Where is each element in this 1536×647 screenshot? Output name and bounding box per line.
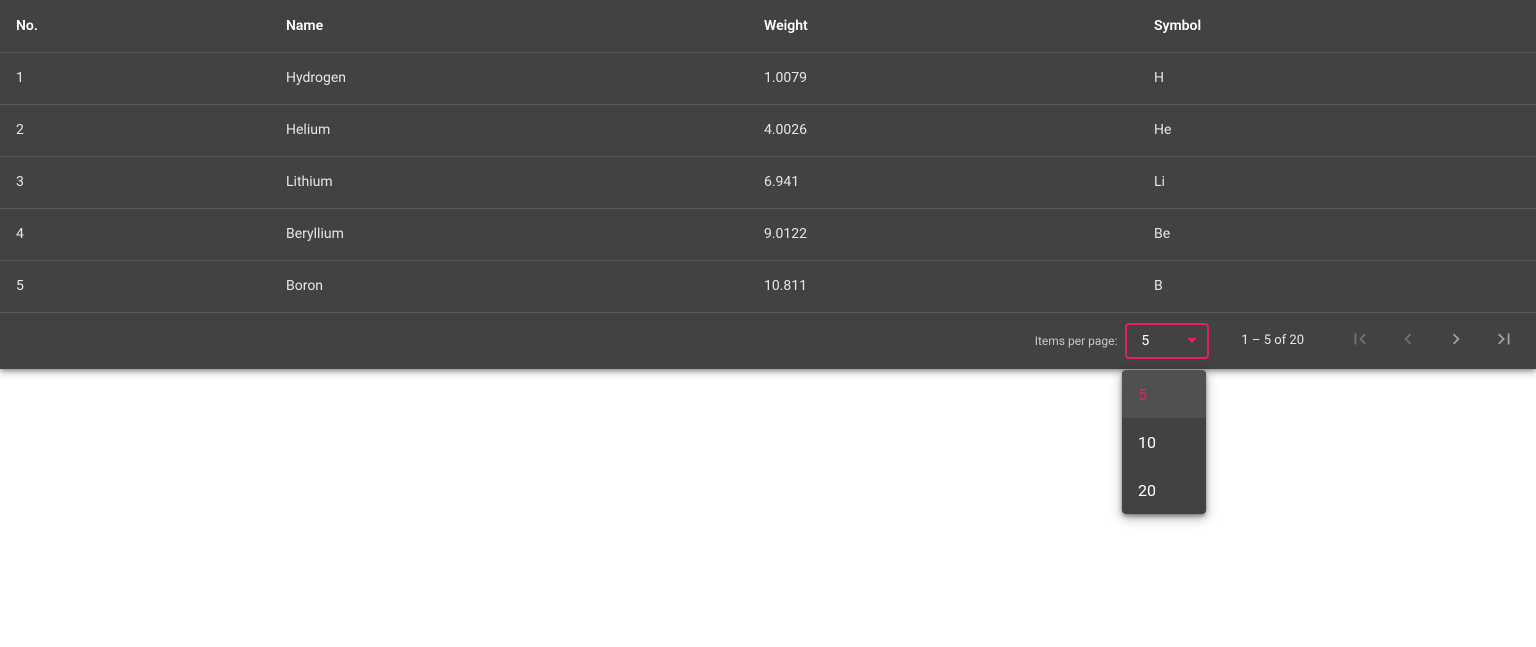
cell-weight: 1.0079 [748,52,1138,104]
data-table-container: No. Name Weight Symbol 1 Hydrogen 1.0079… [0,0,1536,369]
cell-symbol: B [1138,260,1536,312]
column-header-name[interactable]: Name [270,0,748,52]
cell-no: 3 [0,156,270,208]
table-row[interactable]: 5 Boron 10.811 B [0,260,1536,312]
first-page-button[interactable] [1340,321,1380,361]
next-page-button[interactable] [1436,321,1476,361]
elements-table: No. Name Weight Symbol 1 Hydrogen 1.0079… [0,0,1536,313]
cell-name: Beryllium [270,208,748,260]
cell-symbol: H [1138,52,1536,104]
paginator-nav [1336,321,1528,361]
column-header-symbol[interactable]: Symbol [1138,0,1536,52]
chevron-right-icon [1445,328,1467,353]
column-header-weight[interactable]: Weight [748,0,1138,52]
cell-name: Lithium [270,156,748,208]
table-row[interactable]: 4 Beryllium 9.0122 Be [0,208,1536,260]
cell-symbol: Li [1138,156,1536,208]
page-size-value: 5 [1141,333,1149,349]
cell-symbol: He [1138,104,1536,156]
table-row[interactable]: 2 Helium 4.0026 He [0,104,1536,156]
page-size-option[interactable]: 20 [1122,466,1206,514]
last-page-icon [1493,328,1515,353]
cell-name: Hydrogen [270,52,748,104]
cell-weight: 4.0026 [748,104,1138,156]
table-row[interactable]: 1 Hydrogen 1.0079 H [0,52,1536,104]
cell-weight: 9.0122 [748,208,1138,260]
table-header-row: No. Name Weight Symbol [0,0,1536,52]
cell-name: Boron [270,260,748,312]
cell-no: 2 [0,104,270,156]
cell-weight: 10.811 [748,260,1138,312]
cell-no: 4 [0,208,270,260]
first-page-icon [1349,328,1371,353]
cell-no: 1 [0,52,270,104]
page-size-dropdown-panel: 5 10 20 [1122,370,1206,514]
last-page-button[interactable] [1484,321,1524,361]
cell-no: 5 [0,260,270,312]
paginator: Items per page: 5 1 – 5 of 20 [0,313,1536,369]
page-size-option[interactable]: 10 [1122,418,1206,466]
cell-weight: 6.941 [748,156,1138,208]
chevron-left-icon [1397,328,1419,353]
caret-down-icon [1187,338,1197,343]
table-row[interactable]: 3 Lithium 6.941 Li [0,156,1536,208]
column-header-no[interactable]: No. [0,0,270,52]
previous-page-button[interactable] [1388,321,1428,361]
range-label: 1 – 5 of 20 [1241,333,1304,348]
page-size-select[interactable]: 5 [1125,323,1209,359]
items-per-page-label: Items per page: [1035,334,1118,348]
cell-name: Helium [270,104,748,156]
cell-symbol: Be [1138,208,1536,260]
page-size-option[interactable]: 5 [1122,370,1206,418]
